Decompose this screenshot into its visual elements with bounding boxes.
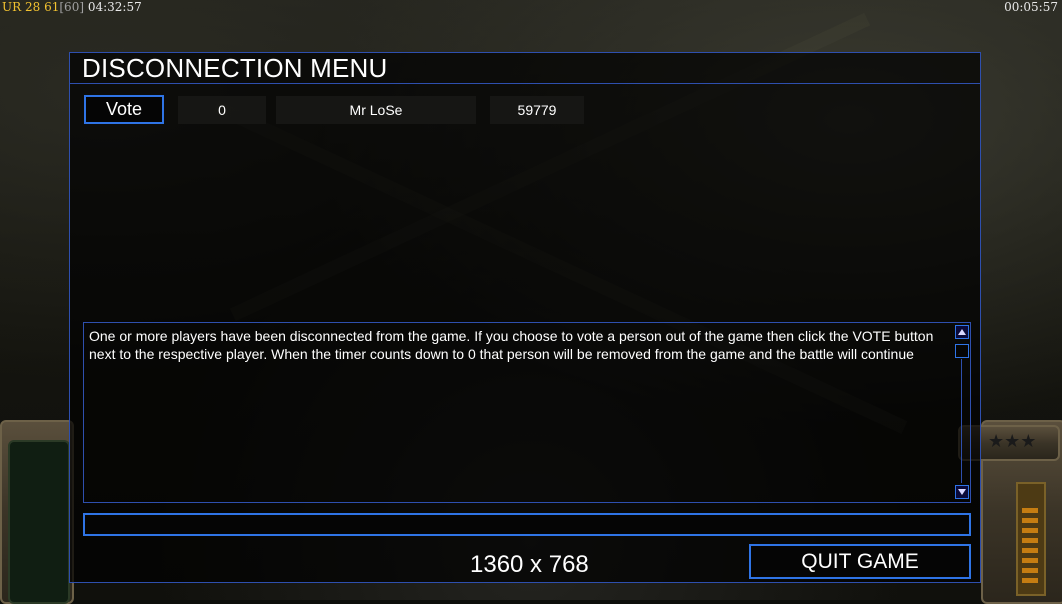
power-segment (1022, 548, 1038, 553)
message-box: One or more players have been disconnect… (83, 322, 971, 503)
vote-button[interactable]: Vote (84, 95, 164, 124)
power-meter (1016, 482, 1046, 596)
scroll-thumb[interactable] (955, 344, 969, 358)
message-scrollbar[interactable] (954, 323, 971, 502)
disconnection-menu: DISCONNECTION MENU Vote 0 Mr LoSe 59779 … (69, 52, 981, 583)
minimap-screen (8, 440, 70, 604)
scroll-down-button[interactable] (955, 485, 969, 499)
overlay-value-a: 28 (24, 0, 41, 14)
overlay-value-b: 61 (44, 0, 60, 14)
down-arrow-icon (958, 489, 966, 495)
power-segment (1022, 538, 1038, 543)
power-segment (1022, 568, 1038, 573)
fps-overlay: UR 28 61[60] 04:32:57 (2, 0, 142, 15)
game-clock: 04:32:57 (87, 0, 142, 14)
chat-input[interactable] (83, 513, 971, 536)
quit-game-button[interactable]: QUIT GAME (749, 544, 971, 579)
up-arrow-icon (958, 329, 966, 335)
power-segment (1022, 518, 1038, 523)
power-segment (1022, 528, 1038, 533)
disconnect-message: One or more players have been disconnect… (89, 328, 934, 362)
player-name: Mr LoSe (276, 96, 476, 124)
overlay-value-c: [60] (59, 0, 85, 14)
menu-title: DISCONNECTION MENU (70, 53, 980, 84)
star-icon: ★★★ (988, 431, 1037, 451)
scroll-track[interactable] (961, 359, 962, 483)
player-votes: 0 (178, 96, 266, 124)
player-timer: 59779 (490, 96, 584, 124)
elapsed-timer: 00:05:57 (1004, 0, 1058, 14)
overlay-prefix: UR (2, 0, 22, 14)
scroll-up-button[interactable] (955, 325, 969, 339)
power-segment (1022, 558, 1038, 563)
power-segment (1022, 508, 1038, 513)
resolution-label: 1360 x 768 (470, 551, 589, 578)
power-segment (1022, 578, 1038, 583)
